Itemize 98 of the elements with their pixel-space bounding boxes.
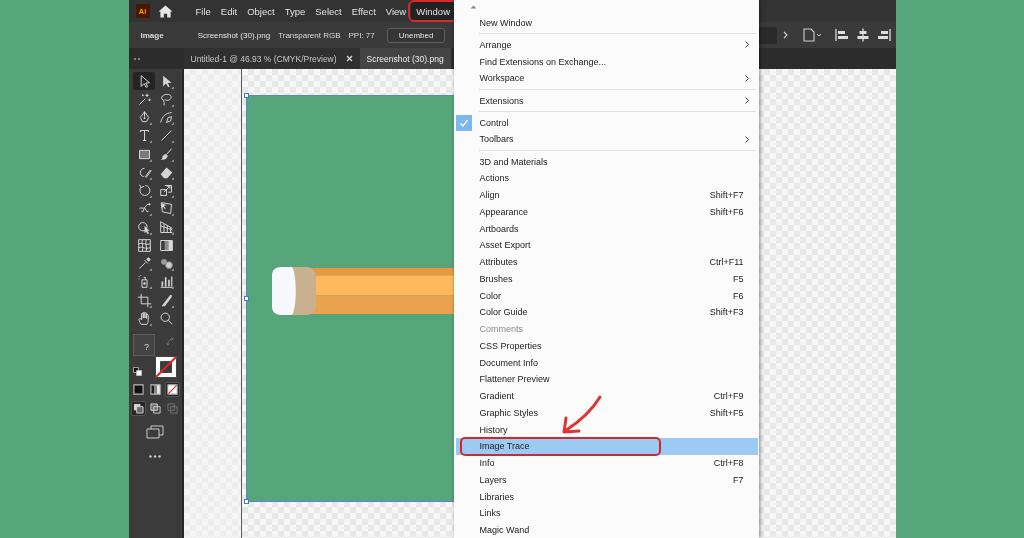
chevron-right-icon[interactable] bbox=[782, 31, 788, 39]
menu-item[interactable]: Brushes F5 bbox=[455, 270, 758, 288]
artboard-icon bbox=[136, 292, 152, 308]
lasso-icon bbox=[158, 91, 174, 107]
draw-mode-button[interactable] bbox=[130, 400, 146, 416]
no-color-icon bbox=[166, 383, 178, 395]
menu-bar-item[interactable]: Object bbox=[242, 2, 280, 20]
selection-handle[interactable] bbox=[243, 93, 249, 98]
shortcut-text: Shift+F3 bbox=[709, 307, 744, 318]
menu-item[interactable]: Links bbox=[455, 505, 758, 522]
document-icon[interactable] bbox=[801, 28, 822, 42]
menu-item[interactable]: 3D and Materials bbox=[455, 153, 758, 171]
menu-item[interactable]: Extensions bbox=[455, 92, 758, 109]
fill-swatch[interactable]: ? bbox=[133, 333, 155, 356]
menu-item[interactable]: Libraries bbox=[455, 488, 758, 506]
screen-mode-icon[interactable] bbox=[146, 424, 164, 439]
menu-bar-item[interactable]: Edit bbox=[215, 2, 243, 20]
align-center-icon[interactable] bbox=[855, 28, 870, 42]
home-icon[interactable] bbox=[157, 4, 173, 18]
color-mode-button[interactable] bbox=[164, 381, 180, 397]
paintbrush-icon bbox=[158, 146, 174, 162]
object-type-label: Image bbox=[140, 30, 164, 40]
align-right-icon[interactable] bbox=[876, 28, 891, 42]
menu-item[interactable]: Color Guide Shift+F3 bbox=[455, 304, 758, 321]
shortcut-text: Shift+F5 bbox=[709, 407, 744, 418]
shortcut-text: Ctrl+F11 bbox=[709, 257, 744, 268]
menu-item[interactable]: Magic Wand bbox=[455, 521, 758, 538]
shortcut-text: F6 bbox=[733, 290, 744, 301]
menu-bar-item[interactable]: Select bbox=[310, 2, 347, 20]
bar-graph-icon bbox=[158, 274, 174, 290]
color-mode-button[interactable] bbox=[147, 381, 163, 397]
menu-item[interactable]: Asset Export bbox=[455, 237, 758, 254]
menu-item[interactable]: Appearance Shift+F6 bbox=[455, 203, 758, 221]
grip-icon[interactable] bbox=[133, 57, 140, 60]
menu-item[interactable]: New Window bbox=[455, 14, 758, 32]
mesh-icon bbox=[136, 237, 152, 253]
gradient-square-icon bbox=[149, 383, 161, 395]
menu-item[interactable]: Graphic Styles Shift+F5 bbox=[455, 404, 758, 422]
selection-handle[interactable] bbox=[243, 296, 249, 301]
color-mode-text: Transparent RGB bbox=[278, 30, 341, 40]
free-transform-icon bbox=[158, 201, 174, 217]
file-name-link[interactable]: Screenshot (30).png bbox=[197, 30, 271, 40]
hand-icon bbox=[136, 310, 152, 326]
perspective-grid-icon bbox=[158, 219, 174, 235]
menu-item[interactable]: Toolbars bbox=[455, 131, 758, 148]
more-icon[interactable] bbox=[149, 454, 161, 458]
curvature-pen-icon bbox=[158, 110, 174, 126]
menu-bar-item[interactable]: File bbox=[190, 2, 216, 20]
shortcut-text: F7 bbox=[733, 474, 744, 485]
filled-square-icon bbox=[132, 383, 144, 395]
menu-bar-item[interactable]: Window bbox=[411, 2, 455, 20]
menu-item[interactable]: Workspace bbox=[455, 70, 758, 87]
tool-button[interactable] bbox=[133, 72, 155, 91]
close-icon[interactable] bbox=[345, 55, 353, 62]
menu-item[interactable]: Control bbox=[455, 114, 758, 132]
color-mode-button[interactable] bbox=[130, 381, 146, 397]
menu-item[interactable]: Color F6 bbox=[455, 287, 758, 305]
menu-item[interactable]: Layers F7 bbox=[455, 471, 758, 489]
menu-item[interactable]: Attributes Ctrl+F11 bbox=[455, 253, 758, 271]
default-colors-icon[interactable] bbox=[133, 366, 142, 376]
draw-behind-icon bbox=[149, 402, 161, 414]
draw-normal-icon bbox=[132, 402, 144, 414]
document-tab[interactable]: Untitled-1 @ 46.93 % (CMYK/Preview) bbox=[183, 48, 360, 69]
shortcut-text: Shift+F7 bbox=[709, 190, 744, 201]
document-tab[interactable]: Screenshot (30).png bbox=[359, 48, 451, 69]
shortcut-text: F5 bbox=[733, 273, 744, 284]
menu-item[interactable]: Document Info bbox=[455, 354, 758, 372]
stroke-swatch-icon[interactable] bbox=[155, 355, 177, 378]
menu-bar-item[interactable]: Effect bbox=[346, 2, 381, 20]
menu-item[interactable]: Gradient Ctrl+F9 bbox=[455, 387, 758, 405]
shortcut-text: Ctrl+F9 bbox=[713, 391, 744, 402]
align-left-icon[interactable] bbox=[834, 28, 849, 42]
menu-item[interactable]: CSS Properties bbox=[455, 337, 758, 355]
rotate-icon bbox=[136, 183, 152, 199]
magnifier-icon bbox=[158, 310, 174, 326]
menu-item[interactable]: Find Extensions on Exchange... bbox=[455, 53, 758, 70]
menu-item[interactable]: Flattener Preview bbox=[455, 371, 758, 388]
menu-item[interactable]: Info Ctrl+F8 bbox=[455, 454, 758, 472]
menu-bar-item[interactable]: View bbox=[380, 2, 412, 20]
shape-builder-icon bbox=[136, 219, 152, 235]
menu-item[interactable]: Artboards bbox=[455, 220, 758, 238]
shortcut-text: Shift+F6 bbox=[709, 206, 744, 217]
menu-item[interactable]: History bbox=[455, 421, 758, 439]
blend-icon bbox=[158, 256, 174, 272]
unembed-button[interactable]: Unembed bbox=[386, 27, 446, 43]
draw-mode-button[interactable] bbox=[147, 400, 163, 416]
menu-item[interactable]: Align Shift+F7 bbox=[455, 186, 758, 204]
symbol-sprayer-icon bbox=[136, 274, 152, 290]
scale-icon bbox=[158, 183, 174, 199]
menu-item[interactable]: Arrange bbox=[455, 36, 758, 54]
ppi-text: PPI: 77 bbox=[348, 30, 375, 40]
draw-inside-icon bbox=[166, 402, 178, 414]
menu-item[interactable]: Actions bbox=[455, 170, 758, 187]
scroll-up-icon[interactable] bbox=[469, 5, 477, 10]
gradient-square-icon bbox=[158, 237, 174, 253]
shortcut-text: Ctrl+F8 bbox=[713, 458, 744, 469]
selection-handle[interactable] bbox=[243, 499, 249, 504]
menu-bar-item[interactable]: Type bbox=[279, 2, 311, 20]
